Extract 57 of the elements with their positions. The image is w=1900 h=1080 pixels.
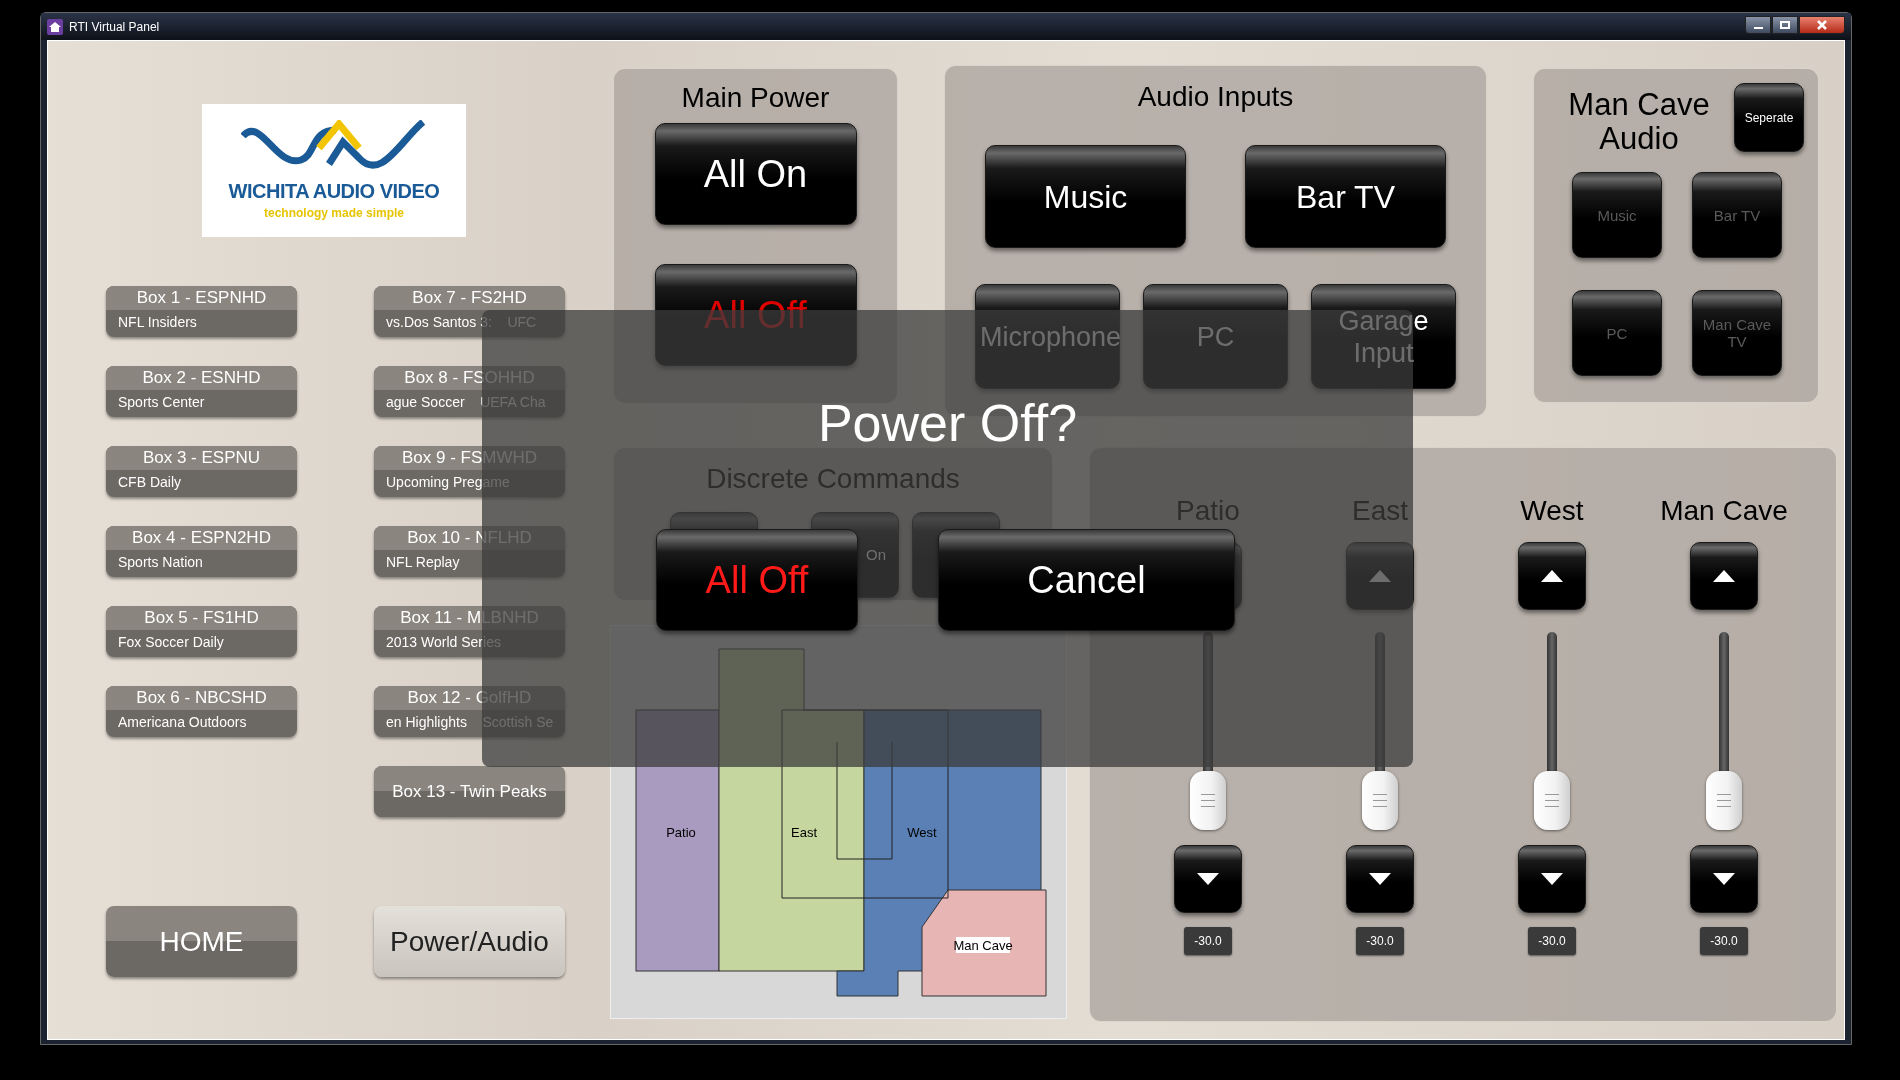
close-button[interactable] (1799, 15, 1845, 34)
dialog-button[interactable]: All Off (656, 529, 858, 631)
audio-input-button[interactable]: Music (985, 145, 1186, 248)
slider-thumb[interactable] (1534, 771, 1570, 830)
mode-button[interactable]: Seperate (1734, 83, 1804, 152)
window-title: RTI Virtual Panel (69, 18, 160, 36)
volume-down-button[interactable] (1174, 845, 1242, 913)
channel-button[interactable]: Box 13 - Twin Peaks (374, 766, 565, 817)
volume-slider[interactable] (1706, 632, 1742, 830)
power-button[interactable]: All On (654, 123, 857, 225)
room-label: Patio (666, 825, 696, 840)
panel-title: Man Cave Audio (1567, 88, 1711, 156)
channel-button[interactable]: Box 5 - FS1HD Fox Soccer Daily (106, 606, 297, 657)
volume-reading: -30.0 (1184, 927, 1232, 955)
panel-title: Audio Inputs (1137, 80, 1294, 114)
room-area[interactable] (921, 889, 1047, 997)
audio-input-button[interactable]: Bar TV (1245, 145, 1446, 248)
volume-up-button[interactable] (1690, 542, 1758, 610)
slider-thumb[interactable] (1190, 771, 1226, 830)
slider-thumb[interactable] (1706, 771, 1742, 830)
channel-button[interactable]: Box 2 - ESNHD Sports Center (106, 366, 297, 417)
volume-reading: -30.0 (1700, 927, 1748, 955)
slider-thumb[interactable] (1362, 771, 1398, 830)
channel-button[interactable]: Box 4 - ESPN2HD Sports Nation (106, 526, 297, 577)
room-label: West (907, 825, 937, 840)
maximize-button[interactable] (1772, 15, 1798, 34)
panel-title: Main Power (681, 81, 830, 115)
volume-down-button[interactable] (1690, 845, 1758, 913)
down-arrow-icon (1197, 873, 1219, 885)
down-arrow-icon (1369, 873, 1391, 885)
logo-name: WICHITA AUDIO VIDEO (228, 178, 440, 204)
volume-down-button[interactable] (1346, 845, 1414, 913)
dialog-title: Power Off? (817, 393, 1078, 453)
down-arrow-icon (1713, 873, 1735, 885)
room-label: Man Cave (953, 938, 1013, 953)
channel-button[interactable]: Box 1 - ESPNHD NFL Insiders (106, 286, 297, 337)
nav-button[interactable]: Power/Audio (374, 906, 565, 977)
room-label: East (791, 825, 817, 840)
volume-down-button[interactable] (1518, 845, 1586, 913)
house-icon (47, 18, 63, 35)
close-icon (1817, 19, 1827, 30)
zone-label: Man Cave (1660, 494, 1788, 528)
zone-label: West (1520, 494, 1584, 528)
up-arrow-icon (1541, 570, 1563, 582)
down-arrow-icon (1541, 873, 1563, 885)
channel-button[interactable]: Box 3 - ESPNU CFB Daily (106, 446, 297, 497)
nav-button[interactable]: HOME (106, 906, 297, 977)
wave-logo-icon (241, 119, 427, 172)
dialog-button[interactable]: Cancel (938, 529, 1235, 631)
volume-up-button[interactable] (1518, 542, 1586, 610)
logo-tagline: technology made simple (263, 204, 404, 222)
volume-reading: -30.0 (1356, 927, 1404, 955)
volume-reading: -30.0 (1528, 927, 1576, 955)
volume-slider[interactable] (1534, 632, 1570, 830)
channel-button[interactable]: Box 6 - NBCSHD Americana Outdoors (106, 686, 297, 737)
minimize-button[interactable] (1745, 15, 1771, 34)
up-arrow-icon (1713, 570, 1735, 582)
